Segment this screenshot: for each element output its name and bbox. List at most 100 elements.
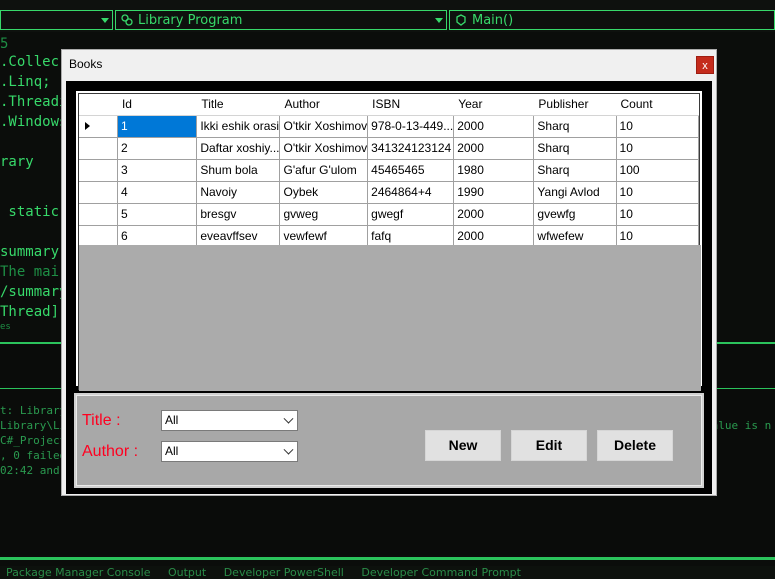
cell-title[interactable]: Shum bola — [196, 158, 281, 182]
cell-count[interactable]: 100 — [615, 158, 700, 182]
new-button[interactable]: New — [425, 430, 501, 461]
table-row[interactable]: 3 Shum bola G'afur G'ulom 45465465 1980 … — [79, 158, 700, 182]
cell-count[interactable]: 10 — [615, 224, 700, 248]
cell-year[interactable]: 1990 — [453, 180, 535, 204]
cell-publisher[interactable]: Yangi Avlod — [533, 180, 617, 204]
row-header[interactable] — [79, 158, 118, 182]
column-header-title[interactable]: Title — [196, 94, 281, 116]
project-combo[interactable] — [0, 10, 113, 30]
cell-author[interactable]: G'afur G'ulom — [279, 158, 369, 182]
chevron-down-icon — [435, 18, 443, 23]
bottom-tool-tabs: Package Manager Console Output Developer… — [0, 566, 775, 579]
books-window: Books x Id Title Author ISBN Year Publis… — [61, 49, 717, 496]
class-combo[interactable]: Library Program — [115, 10, 447, 30]
column-header-year[interactable]: Year — [453, 94, 535, 116]
class-icon — [121, 14, 133, 26]
code-line: .Collec — [0, 54, 60, 70]
code-line: 5 — [0, 36, 9, 52]
cell-year[interactable]: 2000 — [453, 202, 535, 226]
cell-publisher[interactable]: Sharq — [533, 136, 617, 160]
row-header[interactable] — [79, 180, 118, 204]
chevron-down-icon — [283, 444, 294, 455]
column-header-id[interactable]: Id — [117, 94, 198, 116]
class-combo-label: Library Program — [138, 13, 243, 28]
cell-id[interactable]: 4 — [116, 180, 198, 204]
code-line: rary — [0, 154, 34, 170]
books-table: Id Title Author ISBN Year Publisher Coun… — [79, 94, 700, 248]
cell-publisher[interactable]: Sharq — [533, 158, 617, 182]
author-filter-label: Author : — [82, 443, 139, 460]
cell-id[interactable]: 1 — [116, 114, 198, 138]
cell-id[interactable]: 3 — [116, 158, 198, 182]
output-line: 02:42 and — [0, 464, 60, 477]
row-header[interactable] — [79, 114, 118, 138]
cell-year[interactable]: 2000 — [453, 114, 535, 138]
row-header[interactable] — [79, 202, 118, 226]
cell-author[interactable]: O'tkir Xoshimov — [279, 136, 369, 160]
method-combo[interactable]: Main() — [449, 10, 775, 30]
cell-id[interactable]: 5 — [116, 202, 198, 226]
cell-author[interactable]: O'tkir Xoshimov — [279, 114, 369, 138]
cell-count[interactable]: 10 — [615, 202, 700, 226]
code-line: Thread] — [0, 304, 60, 320]
table-row[interactable]: 4 Navoiy Oybek 2464864+4 1990 Yangi Avlo… — [79, 180, 700, 204]
cell-publisher[interactable]: gvewfg — [533, 202, 617, 226]
cell-year[interactable]: 1980 — [453, 158, 535, 182]
author-filter-select[interactable]: All — [161, 441, 298, 462]
cell-year[interactable]: 2000 — [453, 224, 535, 248]
cell-year[interactable]: 2000 — [453, 136, 535, 160]
cell-title[interactable]: eveavffsev — [196, 224, 281, 248]
cell-publisher[interactable]: wfwefew — [533, 224, 617, 248]
code-line: The mai — [0, 264, 60, 280]
chevron-down-icon — [283, 413, 294, 424]
title-filter-select[interactable]: All — [161, 410, 298, 431]
cell-count[interactable]: 10 — [615, 180, 700, 204]
cell-author[interactable]: Oybek — [279, 180, 369, 204]
cell-isbn[interactable]: gwegf — [367, 202, 455, 226]
cell-title[interactable]: bresgv — [196, 202, 281, 226]
row-header[interactable] — [79, 224, 118, 248]
cell-title[interactable]: Navoiy — [196, 180, 281, 204]
cell-count[interactable]: 10 — [615, 114, 700, 138]
close-button[interactable]: x — [696, 56, 714, 74]
tab-output[interactable]: Output — [168, 566, 206, 579]
grid-empty-area — [79, 245, 701, 391]
cell-id[interactable]: 2 — [116, 136, 198, 160]
edit-button[interactable]: Edit — [511, 430, 587, 461]
cell-author[interactable]: gvweg — [279, 202, 369, 226]
table-row[interactable]: 5 bresgv gvweg gwegf 2000 gvewfg 10 — [79, 202, 700, 226]
code-line: .Linq; — [0, 74, 51, 90]
cell-title[interactable]: Ikki eshik orasi — [196, 114, 281, 138]
cell-isbn[interactable]: fafq — [367, 224, 455, 248]
tab-developer-powershell[interactable]: Developer PowerShell — [224, 566, 344, 579]
method-icon — [456, 14, 466, 26]
close-icon: x — [702, 60, 708, 72]
cell-isbn[interactable]: 2464864+4 — [367, 180, 455, 204]
cell-author[interactable]: vewfewf — [279, 224, 369, 248]
row-header-corner — [79, 94, 118, 116]
code-line: /summary — [0, 284, 68, 300]
window-body: Id Title Author ISBN Year Publisher Coun… — [66, 81, 712, 494]
cell-publisher[interactable]: Sharq — [533, 114, 617, 138]
filter-panel: Title : All Author : All New Edit Delete — [76, 395, 702, 486]
table-row[interactable]: 2 Daftar xoshiy... O'tkir Xoshimov 34132… — [79, 136, 700, 160]
column-header-count[interactable]: Count — [616, 94, 700, 116]
column-header-author[interactable]: Author — [279, 94, 369, 116]
books-grid[interactable]: Id Title Author ISBN Year Publisher Coun… — [78, 93, 701, 391]
table-row[interactable]: 1 Ikki eshik orasi O'tkir Xoshimov 978-0… — [79, 114, 700, 138]
tab-package-manager-console[interactable]: Package Manager Console — [6, 566, 150, 579]
chevron-down-icon — [101, 18, 109, 23]
delete-button[interactable]: Delete — [597, 430, 673, 461]
cell-title[interactable]: Daftar xoshiy... — [196, 136, 281, 160]
cell-isbn[interactable]: 45465465 — [367, 158, 455, 182]
cell-isbn[interactable]: 341324123124 — [367, 136, 455, 160]
column-header-publisher[interactable]: Publisher — [533, 94, 617, 116]
status-divider — [0, 557, 775, 560]
tab-developer-command-prompt[interactable]: Developer Command Prompt — [361, 566, 521, 579]
cell-id[interactable]: 6 — [116, 224, 198, 248]
column-header-isbn[interactable]: ISBN — [367, 94, 455, 116]
cell-isbn[interactable]: 978-0-13-449... — [367, 114, 455, 138]
row-header[interactable] — [79, 136, 118, 160]
cell-count[interactable]: 10 — [615, 136, 700, 160]
table-row[interactable]: 6 eveavffsev vewfewf fafq 2000 wfwefew 1… — [79, 224, 700, 248]
